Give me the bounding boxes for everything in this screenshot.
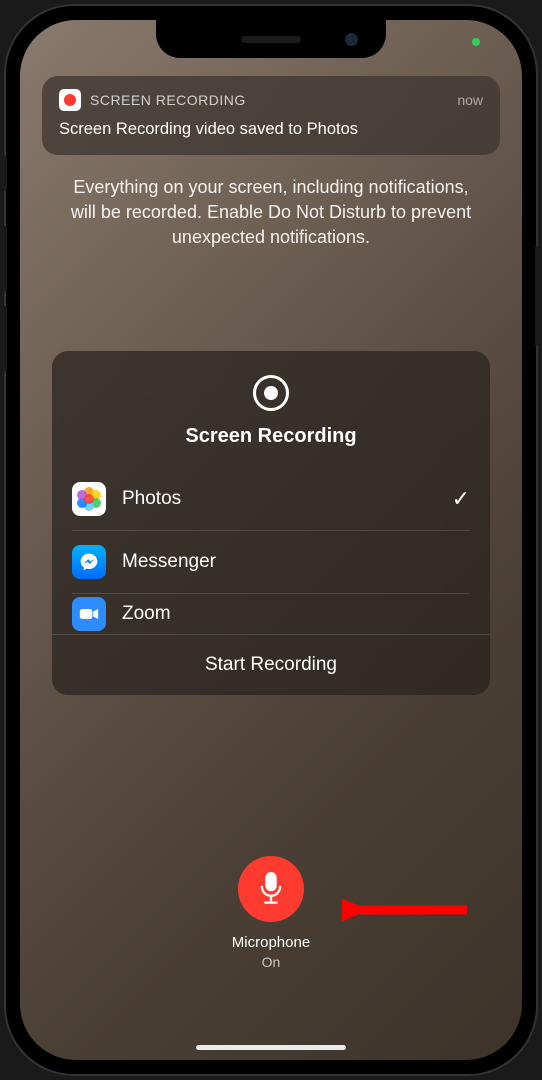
home-indicator[interactable] — [196, 1045, 346, 1050]
app-row-messenger[interactable]: Messenger — [72, 531, 470, 594]
checkmark-icon: ✓ — [452, 486, 470, 512]
app-label: Photos — [122, 488, 436, 510]
phone-frame: SCREEN RECORDING now Screen Recording vi… — [6, 6, 536, 1074]
volume-up-button — [3, 226, 7, 291]
destination-app-list[interactable]: Photos ✓ Messenger — [52, 468, 490, 634]
notification-banner[interactable]: SCREEN RECORDING now Screen Recording vi… — [42, 76, 500, 155]
volume-down-button — [3, 306, 7, 371]
power-button — [535, 246, 539, 346]
mute-switch — [3, 156, 7, 191]
notification-app-name: SCREEN RECORDING — [90, 92, 448, 108]
microphone-icon — [257, 872, 285, 906]
panel-title: Screen Recording — [52, 425, 490, 448]
photos-app-icon — [72, 482, 106, 516]
zoom-app-icon — [72, 597, 106, 631]
recording-info-text: Everything on your screen, including not… — [42, 175, 500, 251]
start-recording-button[interactable]: Start Recording — [52, 634, 490, 695]
microphone-toggle-button[interactable] — [238, 856, 304, 922]
annotation-arrow — [342, 880, 472, 940]
screen: SCREEN RECORDING now Screen Recording vi… — [20, 20, 522, 1060]
app-label: Messenger — [122, 551, 470, 573]
app-row-zoom[interactable]: Zoom — [72, 594, 470, 634]
notification-message: Screen Recording video saved to Photos — [59, 120, 483, 139]
app-row-photos[interactable]: Photos ✓ — [72, 468, 470, 531]
microphone-status: On — [20, 954, 522, 970]
screen-recording-app-icon — [59, 89, 81, 111]
app-label: Zoom — [122, 603, 470, 625]
messenger-app-icon — [72, 545, 106, 579]
notch — [156, 20, 386, 58]
record-icon — [253, 375, 289, 411]
screen-recording-panel: Screen Recording Photos ✓ — [52, 351, 490, 695]
privacy-indicator-dot — [472, 38, 480, 46]
speaker-grille — [241, 36, 301, 43]
notification-timestamp: now — [457, 92, 483, 108]
front-camera — [345, 33, 358, 46]
